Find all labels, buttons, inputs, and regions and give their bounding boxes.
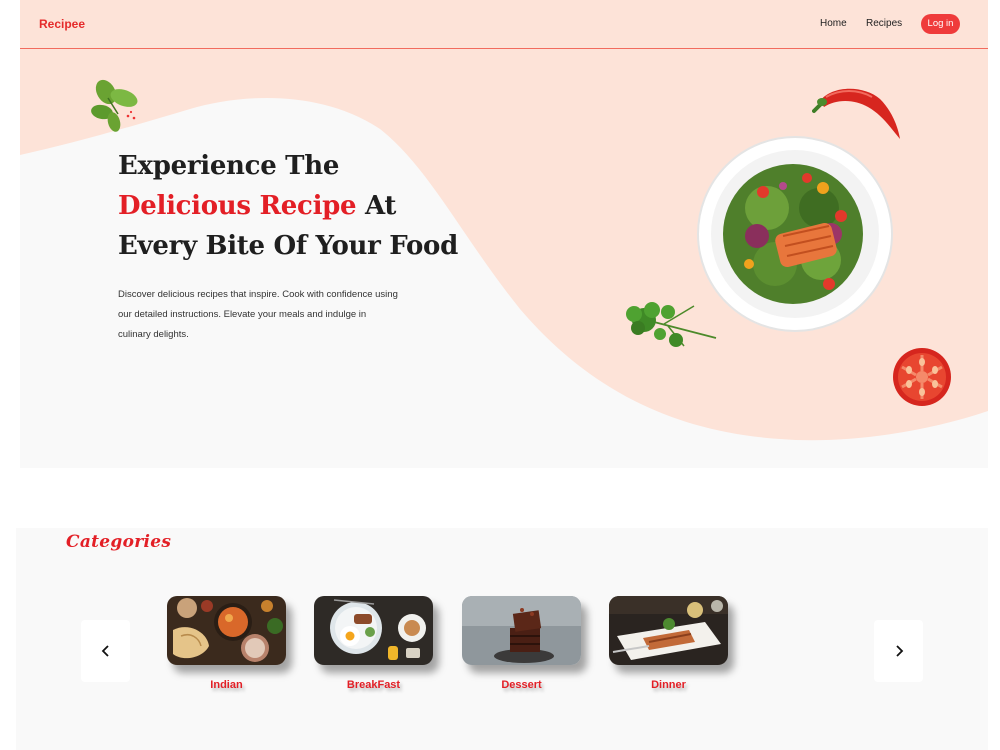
salad-dish-image	[697, 136, 893, 332]
hero-headline-line3: Every Bite Of Your Food	[118, 231, 458, 261]
chevron-left-icon	[101, 645, 109, 657]
nav-link-home[interactable]: Home	[820, 18, 847, 29]
hero-headline-accent: Delicious Recipe	[118, 191, 357, 221]
hero-section: Experience The Delicious Recipe At Every…	[20, 49, 988, 468]
basil-leaves-image	[91, 79, 138, 132]
hero-headline: Experience The Delicious Recipe At Every…	[118, 146, 518, 266]
category-label-dinner: Dinner	[651, 679, 686, 691]
hero-headline-line1: Experience The	[118, 151, 340, 181]
category-card-indian[interactable]: Indian	[167, 596, 286, 691]
nav-link-recipes[interactable]: Recipes	[866, 18, 902, 29]
tomato-slice-image	[893, 348, 951, 406]
carousel-prev-button[interactable]	[81, 620, 130, 682]
category-image-indian	[167, 596, 286, 665]
brand-logo[interactable]: Recipee	[39, 17, 85, 31]
category-label-breakfast: BreakFast	[346, 679, 401, 691]
chili-pepper-image	[812, 88, 900, 139]
category-image-dessert	[462, 596, 581, 665]
hero-headline-at: At	[356, 191, 397, 221]
category-label-indian: Indian	[210, 679, 243, 691]
top-navbar: Recipee Home Recipes Log in	[20, 0, 988, 49]
hero-description: Discover delicious recipes that inspire.…	[118, 289, 398, 340]
carousel-next-button[interactable]	[874, 620, 923, 682]
categories-title: Categories	[66, 532, 172, 552]
category-label-dessert: Dessert	[501, 679, 542, 691]
category-image-breakfast	[314, 596, 433, 665]
categories-section: Categories Indian BreakFast Dessert Dinn…	[16, 528, 988, 750]
chevron-right-icon	[895, 645, 903, 657]
category-card-dinner[interactable]: Dinner	[609, 596, 728, 691]
parsley-image	[626, 302, 717, 347]
login-button[interactable]: Log in	[921, 14, 960, 34]
category-image-dinner	[609, 596, 728, 665]
category-card-breakfast[interactable]: BreakFast	[314, 596, 433, 691]
category-card-dessert[interactable]: Dessert	[462, 596, 581, 691]
